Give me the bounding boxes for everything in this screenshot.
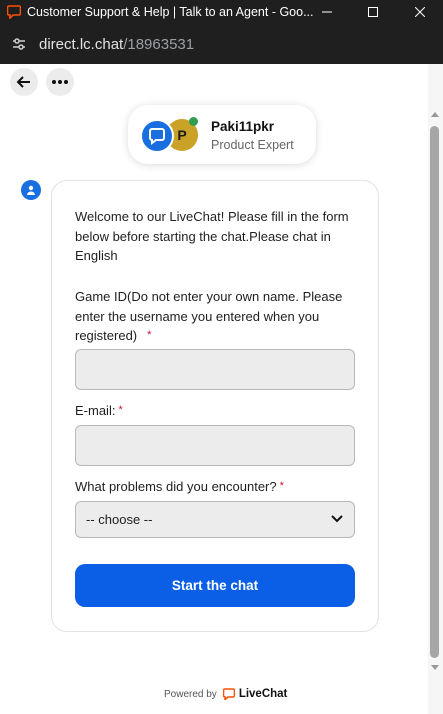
game-id-input[interactable] [75, 349, 355, 390]
scrollbar-thumb[interactable] [430, 126, 439, 658]
problem-label: What problems did you encounter? * [75, 477, 365, 497]
arrow-left-icon [16, 76, 30, 88]
address-bar: direct.lc.chat/18963531 [0, 24, 443, 64]
user-avatar-icon [21, 180, 41, 200]
livechat-brand: LiveChat [238, 688, 288, 700]
agent-card: P Paki11pkr Product Expert [128, 105, 316, 164]
problem-label-text: What problems did you encounter? [75, 479, 277, 494]
online-status-dot [189, 117, 198, 126]
window-title: Customer Support & Help | Talk to an Age… [27, 5, 314, 19]
start-chat-button[interactable]: Start the chat [75, 564, 355, 607]
url-text[interactable]: direct.lc.chat/18963531 [39, 36, 194, 53]
chat-page: P Paki11pkr Product Expert Welcome to ou… [0, 64, 443, 714]
required-mark: * [118, 404, 123, 416]
scroll-up-arrow[interactable] [431, 112, 439, 117]
livechat-avatar [140, 119, 174, 153]
url-host: direct.lc.chat [39, 35, 124, 53]
chevron-down-icon [331, 515, 343, 523]
maximize-icon [368, 7, 378, 17]
problem-select-value: -- choose -- [86, 512, 153, 527]
form-intro-text: Welcome to our LiveChat! Please fill in … [75, 209, 349, 263]
problem-select[interactable]: -- choose -- [75, 501, 355, 538]
game-id-label-text: Game ID(Do not enter your own name. Plea… [75, 289, 343, 343]
minimize-button[interactable] [304, 0, 350, 24]
more-options-button[interactable] [46, 68, 74, 96]
agent-avatar-initial: P [177, 127, 187, 143]
livechat-logo-icon [222, 688, 235, 700]
game-id-label: Game ID(Do not enter your own name. Plea… [75, 287, 365, 346]
url-path: /18963531 [123, 35, 195, 53]
scroll-down-arrow[interactable] [431, 665, 439, 670]
agent-name: Paki11pkr [211, 119, 275, 134]
required-mark: * [147, 329, 152, 341]
tune-icon [13, 38, 25, 50]
close-icon [415, 7, 425, 17]
maximize-button[interactable] [350, 0, 396, 24]
site-info-button[interactable] [9, 34, 29, 54]
close-window-button[interactable] [397, 0, 443, 24]
email-label: E-mail: * [75, 401, 365, 421]
agent-role: Product Expert [211, 138, 294, 152]
email-input[interactable] [75, 425, 355, 466]
powered-by-footer[interactable]: Powered by LiveChat [164, 688, 287, 700]
back-button[interactable] [10, 68, 38, 96]
window-title-bar: Customer Support & Help | Talk to an Age… [0, 0, 443, 24]
email-label-text: E-mail: [75, 403, 116, 418]
powered-by-text: Powered by [164, 688, 217, 700]
person-icon [27, 185, 35, 195]
prechat-form: Welcome to our LiveChat! Please fill in … [51, 180, 379, 632]
minimize-icon [322, 11, 332, 13]
chat-bubble-icon [149, 128, 165, 145]
livechat-app-icon [7, 5, 21, 19]
more-horizontal-icon [52, 80, 68, 84]
required-mark: * [279, 480, 284, 492]
